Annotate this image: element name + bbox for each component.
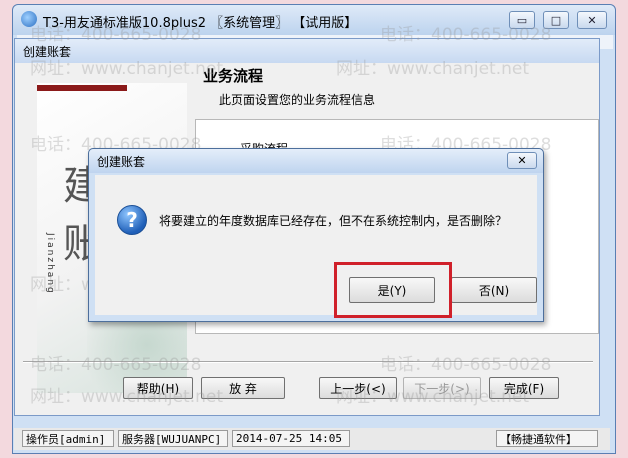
yes-button-highlight: [334, 262, 452, 318]
page-heading: 业务流程: [203, 67, 264, 85]
maximize-button[interactable]: □: [543, 11, 569, 29]
status-operator: 操作员[admin]: [22, 430, 114, 447]
red-accent-bar: [37, 85, 127, 91]
page-subheading: 此页面设置您的业务流程信息: [219, 93, 376, 107]
minimize-button[interactable]: ▭: [509, 11, 535, 29]
wizard-title: 创建账套: [23, 45, 72, 59]
status-datetime: 2014-07-25 14:05: [232, 430, 350, 447]
dialog-body: ? 将要建立的年度数据库已经存在，但不在系统控制内，是否删除？ 是(Y) 否(N…: [95, 175, 537, 315]
dialog-title-bar[interactable]: 创建账套 ✕: [89, 149, 543, 173]
help-button[interactable]: 帮助(H): [123, 377, 193, 399]
app-icon: [21, 11, 37, 27]
finish-button[interactable]: 完成(F): [489, 377, 559, 399]
side-vertical-text: Jianzhang: [45, 233, 55, 295]
main-title-bar[interactable]: T3-用友通标准版10.8plus2 〖系统管理〗 【试用版】 ▭ □ ✕: [13, 5, 615, 35]
status-bar: 操作员[admin] 服务器[WUJUANPC] 2014-07-25 14:0…: [14, 428, 610, 450]
close-button[interactable]: ✕: [577, 11, 607, 29]
prev-button[interactable]: 上一步(<): [319, 377, 397, 399]
question-icon: ?: [117, 205, 147, 235]
cancel-button[interactable]: 放 弃: [201, 377, 285, 399]
next-button[interactable]: 下一步(>): [403, 377, 481, 399]
confirm-dialog: 创建账套 ✕ ? 将要建立的年度数据库已经存在，但不在系统控制内，是否删除？ 是…: [88, 148, 544, 322]
window-title: T3-用友通标准版10.8plus2 〖系统管理〗 【试用版】: [43, 16, 358, 31]
status-brand: 【畅捷通软件】: [496, 430, 598, 447]
dialog-message: 将要建立的年度数据库已经存在，但不在系统控制内，是否删除？: [159, 214, 508, 228]
dialog-close-button[interactable]: ✕: [507, 152, 537, 169]
button-separator: [23, 361, 593, 363]
status-server: 服务器[WUJUANPC]: [118, 430, 228, 447]
wizard-title-bar[interactable]: 创建账套: [15, 39, 599, 63]
no-button[interactable]: 否(N): [451, 277, 537, 303]
dialog-title: 创建账套: [97, 155, 146, 169]
